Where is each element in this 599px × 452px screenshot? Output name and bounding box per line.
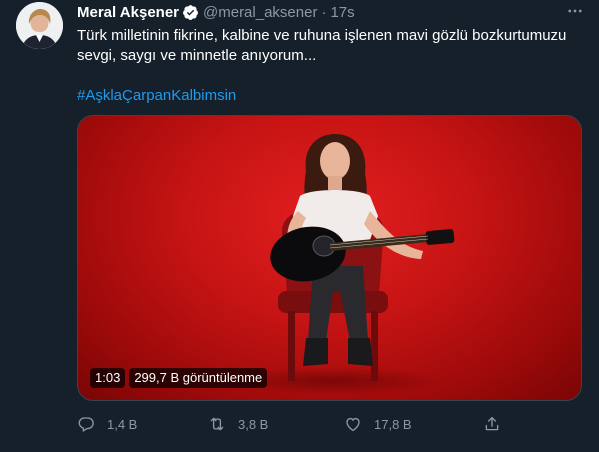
- reply-button[interactable]: 1,4 B: [77, 415, 137, 433]
- video-player[interactable]: 1:03 299,7 B görüntülenme: [77, 115, 582, 401]
- retweet-count: 3,8 B: [238, 416, 269, 432]
- video-badges: 1:03 299,7 B görüntülenme: [90, 368, 268, 388]
- video-duration: 1:03: [90, 368, 126, 388]
- more-horizontal-icon[interactable]: [563, 0, 587, 22]
- reply-count: 1,4 B: [107, 416, 138, 432]
- share-icon: [485, 416, 499, 431]
- tweet-text: Türk milletinin fikrine, kalbine ve ruhu…: [77, 27, 567, 64]
- retweet-icon: [210, 417, 224, 431]
- separator-dot: ·: [321, 3, 327, 21]
- video-view-count: 299,7 B görüntülenme: [129, 368, 268, 388]
- reply-icon: [78, 417, 94, 432]
- tweet-actions: 1,4 B 3,8 B 17,8 B: [77, 412, 507, 436]
- tweet-header: Meral Akşener @meral_aksener · 17s: [77, 1, 583, 23]
- heart-icon: [346, 417, 360, 432]
- tweet-content: Meral Akşener @meral_aksener · 17s Türk …: [77, 0, 583, 106]
- author-name[interactable]: Meral Akşener: [77, 4, 179, 21]
- author-handle[interactable]: @meral_aksener: [203, 4, 317, 21]
- tweet[interactable]: Meral Akşener @meral_aksener · 17s Türk …: [0, 0, 599, 452]
- video-thumbnail: [223, 134, 455, 395]
- like-button[interactable]: 17,8 B: [344, 415, 412, 433]
- like-count: 17,8 B: [374, 416, 412, 432]
- hashtag-link[interactable]: #AşklaÇarpanKalbimsin: [77, 86, 583, 106]
- share-button[interactable]: [483, 415, 513, 433]
- avatar[interactable]: [16, 2, 63, 49]
- tweet-timestamp[interactable]: 17s: [330, 4, 354, 21]
- verified-badge-icon: [182, 4, 199, 21]
- retweet-button[interactable]: 3,8 B: [208, 415, 268, 433]
